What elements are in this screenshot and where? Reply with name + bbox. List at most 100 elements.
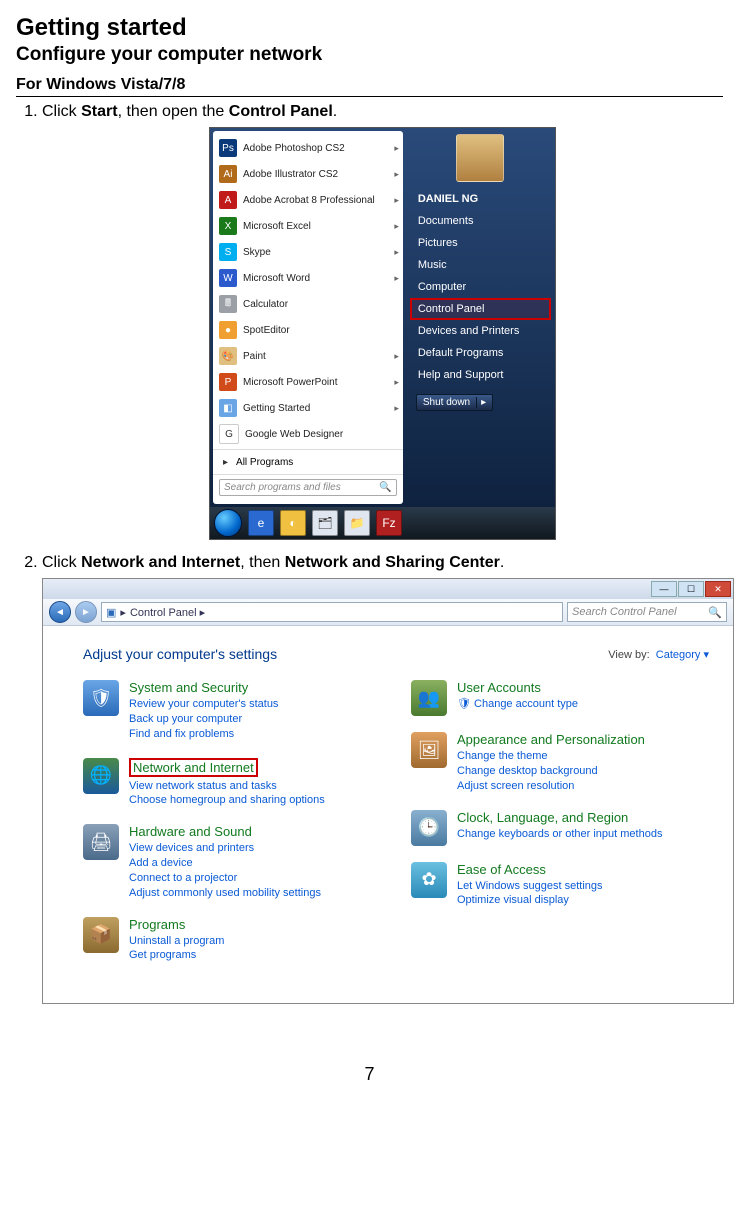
category-title-link[interactable]: Ease of Access [457,862,603,877]
start-menu-item[interactable]: WMicrosoft Word▸ [213,265,403,291]
chevron-right-icon[interactable]: ▸ [476,397,486,408]
category-sublink[interactable]: Choose homegroup and sharing options [129,793,325,808]
category-sublink[interactable]: Change desktop background [457,764,645,779]
start-menu-right-item[interactable]: Pictures [410,232,551,254]
category-sublink[interactable]: Change the theme [457,749,645,764]
item-label: Microsoft PowerPoint [243,377,337,388]
cp-category: 👥 User Accounts 🛡 Change account type [411,680,709,716]
start-menu-right-item[interactable]: Documents [410,210,551,232]
item-label: Paint [243,351,266,362]
category-sublink[interactable]: Change keyboards or other input methods [457,827,662,842]
taskbar-app-icon[interactable]: e [248,510,274,536]
start-menu-username: DANIEL NG [410,188,551,210]
category-title-link[interactable]: Network and Internet [129,758,258,777]
start-search-input[interactable]: Search programs and files🔍 [219,479,397,496]
app-icon: S [219,243,237,261]
category-sublink[interactable]: Connect to a projector [129,871,321,886]
app-icon: 🖩 [219,295,237,313]
chevron-right-icon: ▸ [394,403,399,414]
item-label: Adobe Illustrator CS2 [243,169,338,180]
all-programs-item[interactable]: ▸All Programs [213,449,403,474]
category-title-link[interactable]: Programs [129,917,224,932]
view-by-selector[interactable]: View by: Category ▾ [608,648,709,661]
minimize-button[interactable]: — [651,581,677,597]
item-label: Getting Started [243,403,310,414]
taskbar-app-icon[interactable]: 📁 [344,510,370,536]
item-label: Microsoft Word [243,273,310,284]
item-label: Calculator [243,299,288,310]
chevron-right-icon: ▸ [394,169,399,180]
cp-category: 🌐Network and InternetView network status… [83,758,381,809]
cp-category: 🖨Hardware and SoundView devices and prin… [83,824,381,900]
maximize-button[interactable]: ☐ [678,581,704,597]
start-menu-item[interactable]: 🖩 Calculator [213,291,403,317]
category-sublink[interactable]: Uninstall a program [129,934,224,949]
chevron-right-icon: ▸ [394,195,399,206]
category-sublink[interactable]: Let Windows suggest settings [457,879,603,894]
item-label: Microsoft Excel [243,221,311,232]
start-menu-right-item[interactable]: Default Programs [410,342,551,364]
category-sublink[interactable]: Back up your computer [129,712,278,727]
start-menu-right-item[interactable]: Help and Support [410,364,551,386]
category-sublink[interactable]: Adjust screen resolution [457,779,645,794]
start-menu-item[interactable]: Ai Adobe Illustrator CS2 ▸ [213,161,403,187]
shutdown-button[interactable]: Shut down▸ [416,394,493,411]
breadcrumb[interactable]: ▣ ▸ Control Panel ▸ [101,602,563,622]
category-title-link[interactable]: Hardware and Sound [129,824,321,839]
start-menu-left-pane: PsAdobe Photoshop CS2▸ Ai Adobe Illustrato… [213,131,403,504]
app-icon: P [219,373,237,391]
start-menu-item[interactable]: 🎨Paint▸ [213,343,403,369]
cp-heading: Adjust your computer's settings [83,646,277,662]
close-button[interactable]: ✕ [705,581,731,597]
category-title-link[interactable]: Appearance and Personalization [457,732,645,747]
step-1: Click Start, then open the Control Panel… [42,103,723,540]
category-sublink[interactable]: View devices and printers [129,841,321,856]
app-icon: W [219,269,237,287]
cp-category: 🛡System and SecurityReview your computer… [83,680,381,742]
app-icon: Ai [219,165,237,183]
category-sublink[interactable]: Adjust commonly used mobility settings [129,886,321,901]
item-label: Adobe Photoshop CS2 [243,143,345,154]
start-menu-item[interactable]: XMicrosoft Excel▸ [213,213,403,239]
category-sublink[interactable]: Add a device [129,856,321,871]
start-menu-item[interactable]: GGoogle Web Designer [213,421,403,447]
category-sublink[interactable]: Get programs [129,948,224,963]
category-sublink[interactable]: 🛡 Change account type [457,697,578,712]
start-menu-item[interactable]: PsAdobe Photoshop CS2▸ [213,135,403,161]
step-2: Click Network and Internet, then Network… [42,554,723,1004]
start-menu-item[interactable]: ◧Getting Started▸ [213,395,403,421]
nav-back-button[interactable]: ◄ [49,601,71,623]
category-title-link[interactable]: User Accounts [457,680,578,695]
start-menu-right-item[interactable]: Devices and Printers [410,320,551,342]
control-panel-screenshot: — ☐ ✕ ◄ ► ▣ ▸ Control Panel ▸ Search Con… [42,578,734,1004]
category-sublink[interactable]: Optimize visual display [457,893,603,908]
taskbar-app-icon[interactable]: ◐ [280,510,306,536]
window-titlebar: — ☐ ✕ [43,579,733,599]
start-menu-item[interactable]: SSkype▸ [213,239,403,265]
item-label: Adobe Acrobat 8 Professional [243,195,375,206]
start-menu-item[interactable]: ● SpotEditor [213,317,403,343]
start-menu-right-item[interactable]: Control Panel [410,298,551,320]
category-icon: 👥 [411,680,447,716]
user-avatar [456,134,504,182]
search-icon: 🔍 [379,482,391,493]
start-menu-right-item[interactable]: Music [410,254,551,276]
start-menu-right-item[interactable]: Computer [410,276,551,298]
search-input[interactable]: Search Control Panel 🔍 [567,602,727,622]
category-icon: 🕒 [411,810,447,846]
taskbar-app-icon[interactable]: 🗂 [312,510,338,536]
item-label: SpotEditor [243,325,290,336]
category-title-link[interactable]: System and Security [129,680,278,695]
start-orb-icon[interactable] [214,509,242,537]
category-title-link[interactable]: Clock, Language, and Region [457,810,662,825]
start-menu-item[interactable]: PMicrosoft PowerPoint▸ [213,369,403,395]
chevron-right-icon: ▸ [394,351,399,362]
category-sublink[interactable]: Review your computer's status [129,697,278,712]
taskbar-app-icon[interactable]: Fz [376,510,402,536]
nav-forward-button[interactable]: ► [75,601,97,623]
category-sublink[interactable]: View network status and tasks [129,779,325,794]
start-menu-item[interactable]: AAdobe Acrobat 8 Professional▸ [213,187,403,213]
category-sublink[interactable]: Find and fix problems [129,727,278,742]
app-icon: ● [219,321,237,339]
item-label: Google Web Designer [245,429,343,440]
